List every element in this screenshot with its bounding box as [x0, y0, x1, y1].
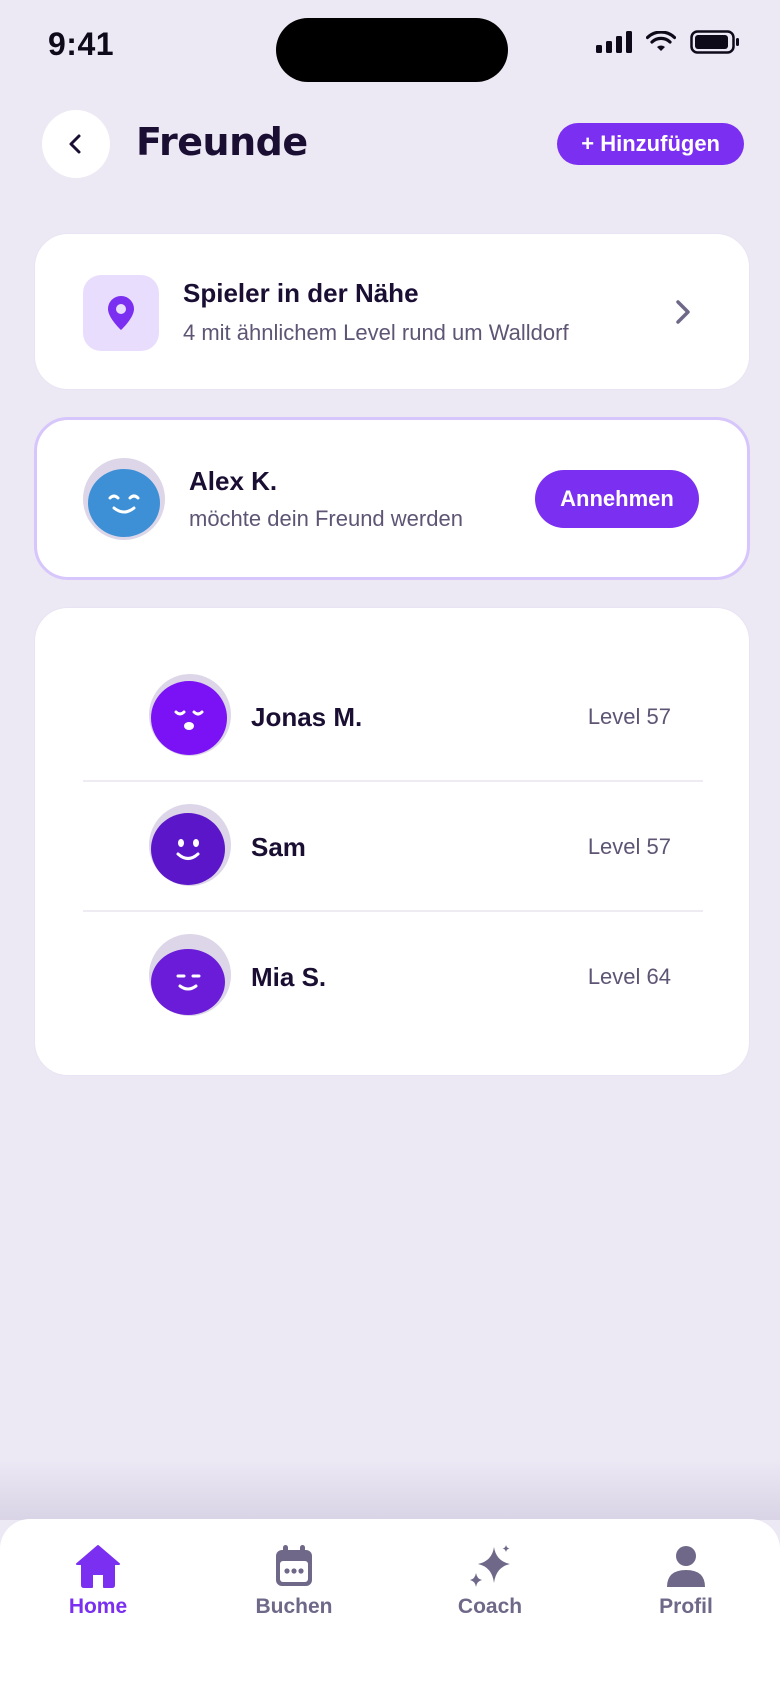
location-pin-icon — [108, 296, 134, 330]
status-bar: 9:41 — [0, 0, 780, 90]
nav-label: Profil — [659, 1595, 713, 1618]
friend-level: Level 57 — [587, 704, 671, 729]
friend-row[interactable]: Sam Level 57 — [83, 782, 703, 912]
battery-icon — [690, 30, 739, 54]
friend-row[interactable]: Mia S. Level 64 — [83, 912, 703, 1042]
signal-icon — [596, 31, 632, 53]
request-message: möchte dein Freund werden — [189, 506, 463, 531]
avatar-sam — [149, 804, 231, 886]
status-icons — [596, 30, 740, 54]
location-pin-badge — [83, 275, 159, 351]
nav-buchen[interactable]: Buchen — [224, 1543, 364, 1619]
friends-list: Jonas M. Level 57 Sam Level 57 Mia S. Le… — [34, 607, 750, 1076]
avatar-jonas — [149, 674, 231, 756]
back-button[interactable] — [42, 110, 110, 178]
sparkle-icon — [470, 1545, 510, 1587]
nav-profil[interactable]: Profil — [616, 1543, 756, 1619]
calendar-icon — [276, 1545, 312, 1586]
nearby-subtitle: 4 mit ähnlichem Level rund um Walldorf — [183, 320, 569, 345]
dynamic-island — [276, 18, 508, 82]
friend-level: Level 57 — [587, 834, 671, 859]
home-icon — [76, 1545, 120, 1588]
friend-level: Level 64 — [587, 964, 671, 989]
accept-button[interactable]: Annehmen — [535, 470, 699, 528]
friend-row[interactable]: Jonas M. Level 57 — [83, 652, 703, 782]
friend-name: Sam — [251, 832, 306, 862]
wifi-icon — [646, 31, 676, 51]
avatar-mia — [149, 934, 231, 1016]
nav-shadow — [0, 1460, 780, 1520]
friend-name: Mia S. — [251, 962, 327, 992]
person-icon — [667, 1546, 705, 1587]
nav-home[interactable]: Home — [28, 1543, 168, 1619]
nav-label: Buchen — [255, 1595, 333, 1618]
chevron-right-icon — [676, 300, 690, 324]
avatar-alex — [83, 458, 165, 540]
nav-coach[interactable]: Coach — [420, 1543, 560, 1619]
bottom-nav: Home Buchen Coach Profil — [0, 1519, 780, 1688]
nearby-players-card[interactable]: Spieler in der Nähe 4 mit ähnlichem Leve… — [34, 233, 750, 390]
chevron-left-icon — [69, 134, 81, 154]
nearby-title: Spieler in der Nähe — [183, 278, 419, 308]
add-friend-button[interactable]: + Hinzufügen — [557, 123, 744, 165]
friend-name: Jonas M. — [251, 702, 363, 732]
status-time: 9:41 — [48, 26, 115, 62]
request-name: Alex K. — [189, 466, 278, 496]
nav-label: Home — [68, 1595, 128, 1618]
page-title: Freunde — [136, 120, 308, 164]
nav-label: Coach — [457, 1595, 523, 1618]
friend-request-card: Alex K. möchte dein Freund werden Annehm… — [34, 417, 750, 580]
